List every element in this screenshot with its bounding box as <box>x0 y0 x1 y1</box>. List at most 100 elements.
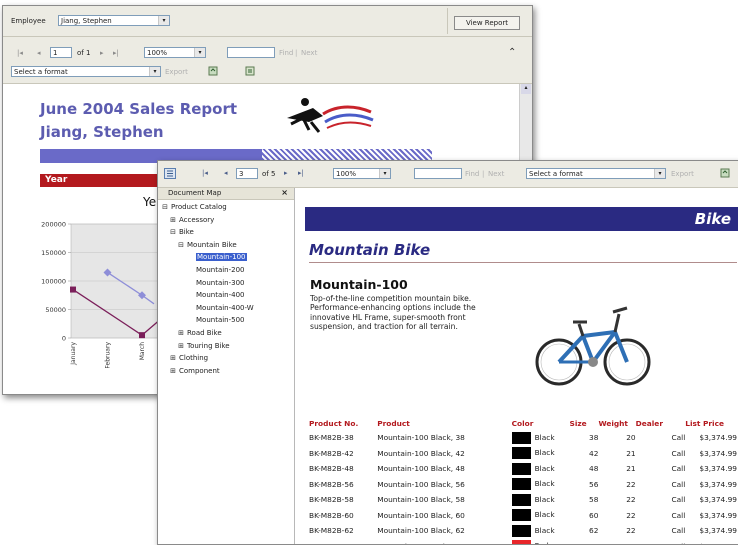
scroll-up-icon[interactable]: ▴ <box>521 84 531 94</box>
tree-item[interactable]: Mountain-300 <box>196 279 245 287</box>
page-number-input[interactable]: 1 <box>50 47 72 58</box>
tree-item[interactable]: Mountain-400 <box>196 291 245 299</box>
tree-item[interactable]: Mountain-400-W <box>196 304 254 312</box>
tree-item[interactable]: ⊞Component <box>170 367 220 375</box>
collapse-icon[interactable]: ⌃ <box>508 47 516 58</box>
product-cell-text: Mountain-100 Black, 60 <box>377 511 465 520</box>
tree-item[interactable]: ⊞Clothing <box>170 354 208 362</box>
expand-node-icon[interactable]: ⊞ <box>178 330 184 336</box>
employee-label: Employee <box>11 17 46 25</box>
tree-item[interactable]: ⊞Touring Bike <box>178 342 230 350</box>
refresh-icon[interactable] <box>208 66 218 76</box>
view-report-button[interactable]: View Report <box>454 16 520 30</box>
employee-select[interactable]: Jiang, Stephen ▾ <box>58 15 170 26</box>
export-format-select[interactable]: Select a format ▾ <box>526 168 666 179</box>
product-cell-text: Mountain-100 Black, 62 <box>377 526 465 535</box>
list-price-cell-text: $3,374.99 <box>699 495 737 504</box>
tree-item[interactable]: Mountain-100 <box>196 253 247 261</box>
color-cell: Black <box>512 508 570 524</box>
chevron-down-icon[interactable]: ▾ <box>379 169 390 178</box>
close-icon[interactable]: × <box>281 188 288 197</box>
last-page-icon[interactable]: ▸| <box>113 49 119 57</box>
table-row: BK-M82B-42Mountain-100 Black, 42Black422… <box>309 446 737 462</box>
size-cell: 58 <box>570 492 599 508</box>
tree-item[interactable]: ⊟Bike <box>170 228 194 236</box>
export-link[interactable]: Export <box>671 170 694 178</box>
export-link[interactable]: Export <box>165 68 188 76</box>
product-number-cell-text: BK-M82B-38 <box>309 433 354 442</box>
page-count-label: of 1 <box>77 49 90 57</box>
tree-item[interactable]: ⊞Road Bike <box>178 329 222 337</box>
dealer-cell: Call <box>636 477 686 493</box>
find-link[interactable]: Find <box>465 170 479 178</box>
expand-node-icon[interactable]: ⊞ <box>170 368 176 374</box>
zoom-select[interactable]: 100% ▾ <box>333 168 391 179</box>
page-number-input[interactable]: 3 <box>236 168 258 179</box>
last-page-icon[interactable]: ▸| <box>298 169 304 177</box>
size-cell: 40 <box>570 539 599 545</box>
report-toolbar: |◂ ◂ 1 of 1 ▸ ▸| 100% ▾ Find | Next ⌃ Se… <box>3 37 532 84</box>
collapse-node-icon[interactable]: ⊟ <box>162 204 168 210</box>
find-separator: | <box>295 49 297 57</box>
zoom-value: 100% <box>336 170 356 178</box>
prev-page-icon[interactable]: ◂ <box>224 169 228 177</box>
product-number-cell: BK-M82B-42 <box>309 446 377 462</box>
column-header: Size <box>570 416 599 430</box>
product-number-cell: BK-M82B-58 <box>309 492 377 508</box>
x-tick-label: March <box>139 342 146 360</box>
tree-item[interactable]: ⊞Accessory <box>170 216 214 224</box>
prev-page-icon[interactable]: ◂ <box>37 49 41 57</box>
chevron-down-icon[interactable]: ▾ <box>194 48 205 57</box>
title-rule <box>309 262 737 263</box>
find-link[interactable]: Find <box>279 49 293 57</box>
next-link[interactable]: Next <box>301 49 317 57</box>
find-input[interactable] <box>227 47 275 58</box>
color-cell-text: Black <box>535 495 555 504</box>
dealer-cell: Call <box>636 492 686 508</box>
print-icon[interactable] <box>245 66 255 76</box>
first-page-icon[interactable]: |◂ <box>202 169 208 177</box>
tree-item[interactable]: Mountain-200 <box>196 266 245 274</box>
product-cell: Mountain-100 Black, 42 <box>377 446 511 462</box>
year-header-label: Year <box>45 175 67 185</box>
list-price-cell-text: $3,374.99 <box>699 526 737 535</box>
size-cell-text: 48 <box>589 464 598 473</box>
product-number-cell: BK-M82B-62 <box>309 523 377 539</box>
expand-node-icon[interactable]: ⊞ <box>170 217 176 223</box>
collapse-node-icon[interactable]: ⊟ <box>170 229 176 235</box>
product-number-cell-text: BK-M82B-58 <box>309 495 354 504</box>
color-cell: Black <box>512 523 570 539</box>
product-number-cell-text: BK-M82B-42 <box>309 449 354 458</box>
chevron-down-icon[interactable]: ▾ <box>158 16 169 25</box>
tree-item-label: Bike <box>179 228 194 236</box>
y-tick-label: 50000 <box>45 306 66 314</box>
next-link[interactable]: Next <box>488 170 504 178</box>
chevron-down-icon[interactable]: ▾ <box>654 169 665 178</box>
dealer-cell: Call <box>636 430 686 446</box>
next-page-icon[interactable]: ▸ <box>100 49 104 57</box>
expand-node-icon[interactable]: ⊞ <box>170 355 176 361</box>
tree-item[interactable]: ⊟Product Catalog <box>162 203 227 211</box>
product-number-cell-text: BK-M82B-48 <box>309 464 354 473</box>
tree-item[interactable]: ⊟Mountain Bike <box>178 241 237 249</box>
subcategory-title: Mountain Bike <box>309 241 430 259</box>
first-page-icon[interactable]: |◂ <box>17 49 23 57</box>
find-input[interactable] <box>414 168 462 179</box>
next-page-icon[interactable]: ▸ <box>284 169 288 177</box>
color-swatch <box>512 494 531 506</box>
list-price-cell: $3,374.99 <box>685 477 737 493</box>
dealer-cell: Call <box>636 446 686 462</box>
export-format-select[interactable]: Select a format ▾ <box>11 66 161 77</box>
list-price-cell-text: $3,374.99 <box>699 464 737 473</box>
color-cell-text: Black <box>535 448 555 457</box>
chevron-down-icon[interactable]: ▾ <box>149 67 160 76</box>
size-cell-text: 62 <box>589 526 598 535</box>
document-map-title: Document Map <box>168 189 221 197</box>
zoom-select[interactable]: 100% ▾ <box>144 47 206 58</box>
document-map-icon[interactable] <box>164 168 176 179</box>
employee-select-value: Jiang, Stephen <box>61 17 112 25</box>
refresh-icon[interactable] <box>720 168 730 178</box>
expand-node-icon[interactable]: ⊞ <box>178 343 184 349</box>
collapse-node-icon[interactable]: ⊟ <box>178 242 184 248</box>
tree-item[interactable]: Mountain-500 <box>196 316 245 324</box>
